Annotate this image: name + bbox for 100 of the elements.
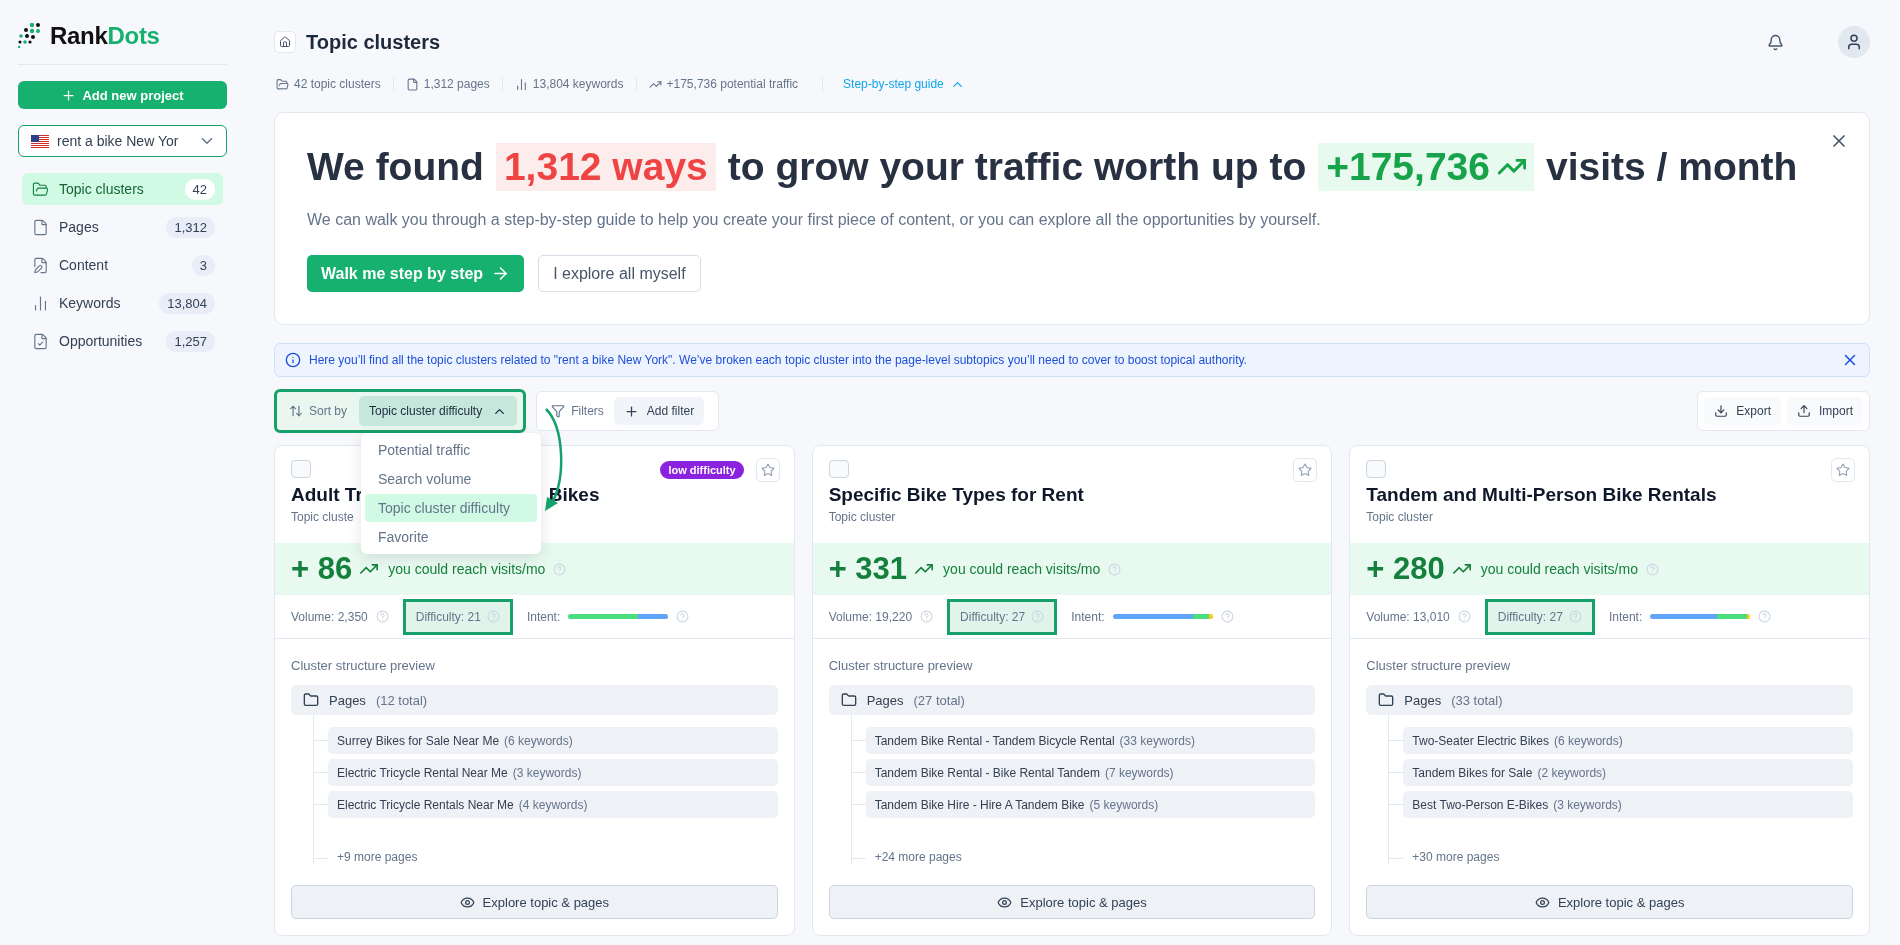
page-title: Tandem Bike Rental - Bike Rental Tandem [874, 765, 1100, 780]
folder-icon [840, 692, 857, 708]
pages-label: Pages [866, 692, 904, 708]
intent-label: Intent: [1608, 609, 1643, 624]
page-title: Tandem Bikes for Sale [1412, 765, 1533, 780]
stat-text: 13,804 keywords [532, 77, 624, 91]
user-icon [1845, 33, 1863, 51]
card-title: Adult Tr [291, 484, 363, 506]
traffic-label: you could reach visits/mo [1480, 561, 1638, 577]
difficulty-stat: Difficulty: 27 [947, 598, 1058, 635]
nav-label: Topic clusters [59, 181, 145, 197]
menu-item[interactable]: Search volume [365, 465, 537, 493]
highlight-figure: 1,312 ways [495, 143, 716, 191]
stat-text: 1,312 pages [423, 77, 490, 91]
headline-text: to grow your traffic worth up to [727, 145, 1307, 189]
keyword-count: (6 keywords) [504, 733, 573, 748]
count-badge: 3 [191, 254, 215, 276]
favorite-button[interactable] [755, 458, 780, 482]
folder-icon [276, 77, 289, 91]
traffic-value: + 280 [1366, 551, 1445, 587]
user-avatar[interactable] [1838, 26, 1870, 58]
favorite-button[interactable] [1293, 458, 1318, 482]
volume-text: Volume: 2,350 [291, 609, 368, 624]
pages-group[interactable]: Pages (33 total) [1366, 685, 1853, 715]
page-title: Topic clusters [306, 30, 442, 54]
more-pages-text: +9 more pages [337, 849, 418, 865]
trend-up-icon [915, 563, 934, 575]
logo-icon [18, 23, 42, 49]
nav-item[interactable]: Pages 1,312 [22, 211, 223, 243]
traffic-value: + 331 [828, 551, 908, 587]
explore-button[interactable]: Explore topic & pages [828, 885, 1316, 919]
section-label: Cluster structure preview [1366, 658, 1512, 673]
favorite-button[interactable] [1831, 458, 1855, 482]
headline-text: visits / month [1546, 145, 1798, 189]
trend-up-icon [360, 563, 379, 575]
plus-icon [61, 87, 77, 103]
add-filter-button[interactable]: Add filter [613, 397, 705, 425]
sort-select[interactable]: Topic cluster difficulty [359, 396, 518, 426]
traffic-label: you could reach visits/mo [943, 561, 1101, 577]
hero-description: We can walk you through a step-by-step guide to help you create your first piece of content, or you can explore all the opportunities by yourself. [307, 211, 1322, 229]
menu-item[interactable]: Topic cluster difficulty [365, 494, 537, 522]
keyword-count: (5 keywords) [1089, 797, 1159, 812]
help-icon [486, 610, 500, 623]
help-icon [375, 610, 389, 623]
pages-total: (12 total) [375, 692, 428, 708]
explore-button[interactable]: I explore all myself [538, 255, 701, 292]
nav-item[interactable]: Opportunities 1,257 [22, 325, 223, 357]
pages-group[interactable]: Pages (12 total) [291, 685, 778, 715]
card-subtitle: Topic cluster [828, 510, 896, 524]
keyword-count: (2 keywords) [1537, 765, 1607, 780]
nav-item[interactable]: Keywords 13,804 [22, 287, 223, 319]
headline-text: We found [307, 145, 484, 189]
pages-group[interactable]: Pages (27 total) [828, 685, 1316, 715]
help-icon [1457, 610, 1471, 623]
traffic-label: you could reach visits/mo [388, 561, 546, 577]
sort-icon [289, 404, 303, 418]
card-subtitle: Topic cluster [1366, 510, 1434, 524]
section-label: Cluster structure preview [828, 658, 974, 673]
help-icon [1108, 562, 1122, 576]
page-title: Electric Tricycle Rentals Near Me [337, 797, 514, 812]
checkbox[interactable] [291, 460, 311, 478]
page-title: Best Two-Person E-Bikes [1412, 797, 1549, 812]
page-title: Surrey Bikes for Sale Near Me [337, 733, 500, 748]
help-icon [1031, 610, 1045, 623]
pages-total: (33 total) [1451, 692, 1503, 708]
export-button[interactable]: Export [1704, 397, 1781, 425]
volume-text: Volume: 19,220 [828, 609, 913, 624]
home-icon [279, 36, 291, 48]
eye-icon [459, 894, 475, 910]
menu-item[interactable]: Potential traffic [365, 436, 537, 464]
nav-item[interactable]: Topic clusters 42 [22, 173, 223, 205]
keyword-count: (3 keywords) [512, 765, 582, 780]
home-button[interactable] [274, 31, 296, 53]
traffic-value: + 86 [291, 551, 353, 587]
page-title: Tandem Bike Rental - Tandem Bicycle Rental [874, 733, 1115, 748]
help-icon [676, 610, 690, 623]
nav-item[interactable]: Content 3 [22, 249, 223, 281]
difficulty-stat: Difficulty: 27 [1484, 598, 1595, 635]
download-icon [1714, 404, 1729, 418]
file-edit-icon [32, 256, 49, 274]
eye-icon [1534, 894, 1550, 910]
keyword-count: (7 keywords) [1104, 765, 1174, 780]
bar-chart-icon [32, 294, 49, 312]
count-badge: 42 [184, 178, 215, 200]
checkbox[interactable] [1366, 460, 1387, 478]
help-icon [920, 610, 934, 623]
explore-button[interactable]: Explore topic & pages [1366, 885, 1853, 919]
menu-item[interactable]: Favorite [365, 523, 537, 551]
import-button[interactable]: Import [1787, 397, 1863, 425]
stat-text: +175,736 potential traffic [666, 77, 799, 91]
logo-text: RankDots [50, 22, 160, 50]
nav-label: Keywords [59, 295, 122, 311]
intent-label: Intent: [1071, 609, 1105, 624]
trend-up-icon [1498, 159, 1526, 175]
info-icon [285, 352, 301, 368]
checkbox[interactable] [828, 460, 849, 478]
file-check-icon [32, 332, 49, 350]
explore-button[interactable]: Explore topic & pages [291, 885, 778, 919]
project-select[interactable]: rent a bike New Yor [18, 125, 227, 157]
keyword-count: (3 keywords) [1553, 797, 1622, 812]
